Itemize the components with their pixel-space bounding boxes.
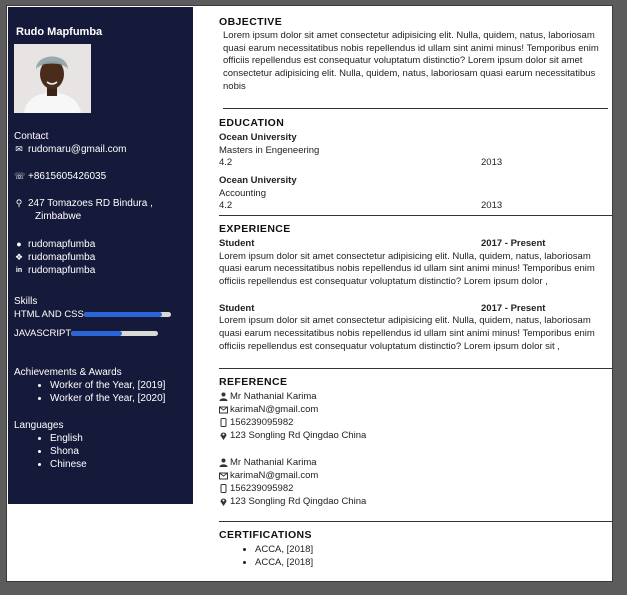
twitter-icon: ❖	[14, 252, 24, 262]
reference-address: 123 Songling Rd Qingdao China	[230, 496, 367, 507]
address-line1: 247 Tomazoes RD Bindura ,	[28, 198, 153, 209]
user-icon	[219, 458, 228, 467]
social-link-linkedin[interactable]: in rudomapfumba	[14, 264, 95, 277]
education-grade: 4.2	[219, 157, 233, 169]
experience-section: EXPERIENCE Student 2017 - Present Lorem …	[219, 223, 612, 353]
contact-phone[interactable]: ☏ +8615605426035	[14, 170, 106, 183]
experience-item: Student 2017 - Present Lorem ipsum dolor…	[219, 303, 612, 354]
sidebar: Rudo Mapfumba Contact ✉ rudomaru@gmail.c…	[8, 7, 193, 504]
certifications-list: ACCA, [2018] ACCA, [2018]	[219, 544, 612, 569]
divider	[223, 108, 608, 109]
experience-item: Student 2017 - Present Lorem ipsum dolor…	[219, 238, 612, 289]
reference-name: Mr Nathanial Karima	[230, 457, 317, 468]
experience-text: Lorem ipsum dolor sit amet consectetur a…	[219, 315, 595, 352]
reference-email[interactable]: karimaN@gmail.com	[230, 469, 318, 482]
profile-photo	[14, 44, 91, 113]
user-icon	[219, 392, 228, 401]
section-heading: EXPERIENCE	[219, 223, 291, 235]
list-item: Shona	[50, 445, 87, 458]
list-item: Chinese	[50, 458, 87, 471]
resume-page: Rudo Mapfumba Contact ✉ rudomaru@gmail.c…	[6, 5, 613, 582]
list-item: English	[50, 432, 87, 445]
experience-role: Student	[219, 302, 255, 314]
github-icon: ●	[16, 239, 22, 249]
section-heading: CERTIFICATIONS	[219, 529, 312, 541]
contact-heading: Contact	[14, 131, 49, 142]
skill-bar	[83, 312, 171, 317]
reference-email[interactable]: karimaN@gmail.com	[230, 403, 318, 416]
reference-section: REFERENCE Mr Nathanial Karima karimaN@gm…	[219, 376, 612, 508]
achievements-list: Worker of the Year, [2019] Worker of the…	[14, 379, 165, 405]
contact-address: ⚲ 247 Tomazoes RD Bindura , Zimbabwe	[14, 197, 153, 223]
skills-heading: Skills	[14, 296, 38, 307]
avatar	[14, 44, 91, 113]
contact-email-text: rudomaru@gmail.com	[28, 144, 127, 155]
skill-html-css: HTML AND CSS	[14, 308, 171, 321]
reference-name: Mr Nathanial Karima	[230, 391, 317, 402]
phone-icon: ☏	[14, 171, 26, 181]
education-item: Ocean University Accounting 4.2 2013	[219, 175, 612, 213]
divider	[219, 521, 612, 522]
experience-text: Lorem ipsum dolor sit amet consectetur a…	[219, 250, 595, 287]
education-year: 2013	[481, 157, 503, 169]
skill-label: JAVASCRIPT	[14, 328, 72, 339]
education-grade: 4.2	[219, 200, 233, 212]
social-link-github[interactable]: ● rudomapfumba	[14, 238, 95, 251]
education-item: Ocean University Masters in Engeneering …	[219, 132, 612, 170]
contact-phone-text: +8615605426035	[28, 171, 107, 182]
section-heading: OBJECTIVE	[219, 16, 283, 28]
languages-heading: Languages	[14, 420, 64, 431]
section-heading: REFERENCE	[219, 376, 288, 388]
section-heading: EDUCATION	[219, 117, 285, 129]
social-handle: rudomapfumba	[28, 239, 96, 250]
skill-bar-fill	[71, 331, 122, 336]
experience-role: Student	[219, 238, 255, 249]
education-school: Ocean University	[219, 174, 297, 186]
mobile-phone-icon	[219, 484, 228, 493]
certifications-section: CERTIFICATIONS ACCA, [2018] ACCA, [2018]	[219, 529, 612, 569]
languages-list: English Shona Chinese	[14, 432, 87, 471]
experience-period: 2017 - Present	[481, 238, 546, 249]
skill-bar-fill	[83, 312, 163, 317]
social-links: ● rudomapfumba ❖ rudomapfumba in rudomap…	[14, 238, 95, 277]
reference-item: Mr Nathanial Karima karimaN@gmail.com 15…	[219, 456, 612, 508]
reference-phone: 156239095982	[230, 417, 294, 428]
envelope-icon	[219, 471, 228, 480]
location-pin-icon	[219, 497, 228, 506]
list-item: ACCA, [2018]	[255, 557, 612, 570]
linkedin-icon: in	[15, 267, 23, 274]
mobile-phone-icon	[219, 418, 228, 427]
reference-phone: 156239095982	[230, 483, 294, 494]
social-handle: rudomapfumba	[28, 252, 96, 263]
address-line2: Zimbabwe	[35, 211, 82, 222]
achievements-heading: Achievements & Awards	[14, 367, 122, 378]
location-pin-icon: ⚲	[15, 198, 23, 208]
education-school: Ocean University	[219, 132, 297, 143]
divider	[219, 368, 612, 369]
experience-period: 2017 - Present	[481, 302, 546, 314]
envelope-icon	[219, 405, 228, 414]
objective-section: OBJECTIVE Lorem ipsum dolor sit amet con…	[219, 16, 612, 94]
list-item: Worker of the Year, [2019]	[50, 379, 165, 392]
skill-javascript: JAVASCRIPT	[14, 327, 159, 340]
education-degree: Accounting	[219, 187, 267, 199]
education-year: 2013	[481, 200, 503, 212]
list-item: ACCA, [2018]	[255, 544, 612, 557]
objective-text: Lorem ipsum dolor sit amet consectetur a…	[223, 30, 599, 92]
education-section: EDUCATION Ocean University Masters in En…	[219, 117, 612, 213]
social-link-twitter[interactable]: ❖ rudomapfumba	[14, 251, 95, 264]
skill-label: HTML AND CSS	[14, 309, 84, 320]
divider	[219, 215, 612, 216]
envelope-icon: ✉	[15, 144, 23, 154]
contact-email[interactable]: ✉ rudomaru@gmail.com	[14, 143, 127, 156]
skill-bar	[71, 331, 159, 336]
education-degree: Masters in Engeneering	[219, 144, 320, 156]
profile-name: Rudo Mapfumba	[16, 26, 103, 38]
location-pin-icon	[219, 431, 228, 440]
reference-address: 123 Songling Rd Qingdao China	[230, 430, 367, 441]
social-handle: rudomapfumba	[28, 265, 96, 276]
reference-item: Mr Nathanial Karima karimaN@gmail.com 15…	[219, 390, 612, 442]
list-item: Worker of the Year, [2020]	[50, 392, 165, 405]
